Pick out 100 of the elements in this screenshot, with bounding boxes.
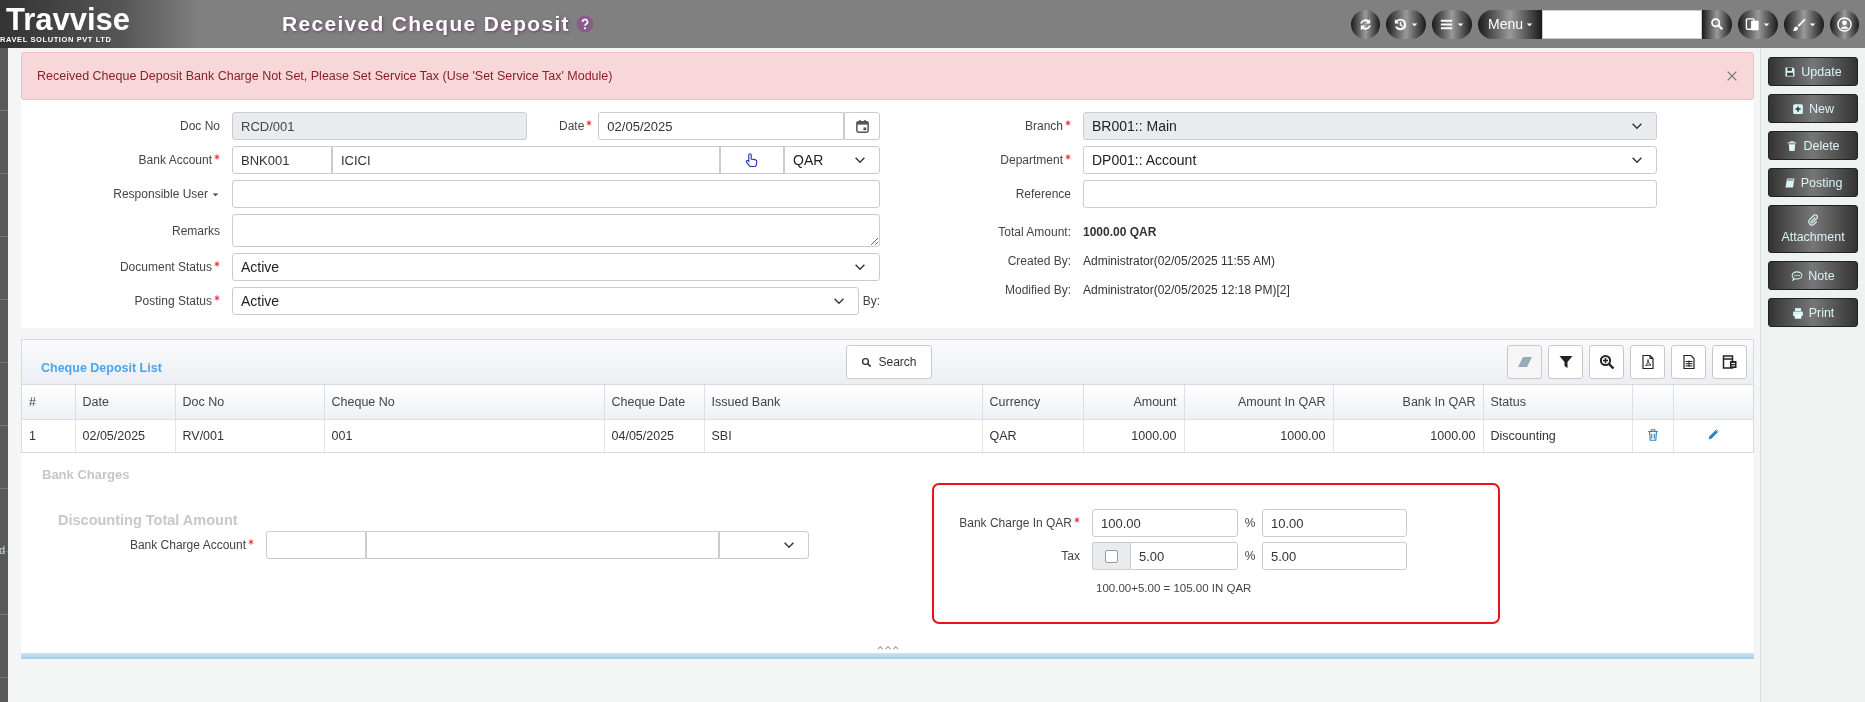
search-field[interactable] [1542,9,1702,39]
column-header: Currency [982,385,1083,420]
collapse-icon[interactable] [876,644,899,651]
field-label: Tax [1061,549,1080,563]
table-cell: SBI [704,419,982,452]
field-label: Document Status [119,260,212,274]
input-field[interactable] [366,531,719,559]
field-label: Modified By: [1004,282,1071,297]
field-label: Posting Status [134,294,212,308]
required-icon [1065,154,1071,160]
input-field[interactable]: 10.00 [1262,509,1407,537]
input-field[interactable]: 5.00 [1130,542,1238,570]
required-icon [214,295,220,301]
column-header: Cheque No [324,385,604,420]
trash-icon[interactable] [1645,427,1660,442]
spreadsheet-icon [1680,354,1697,370]
field-label: Remarks [172,223,220,238]
save-icon [1784,65,1797,78]
currency-dropdown[interactable]: QAR [784,146,880,174]
help-icon[interactable] [575,15,594,33]
input-field[interactable]: 5.00 [1262,542,1407,570]
column-header: Issued Bank [704,385,982,420]
checkbox[interactable] [1105,549,1118,563]
input-field[interactable]: BNK001 [232,146,332,174]
field-label: Doc No [180,119,220,133]
language-button[interactable] [1738,9,1778,39]
field-value: Administrator(02/05/2025 11:55 AM) [1083,253,1275,268]
date-field[interactable]: 02/05/2025 [598,112,844,140]
column-header: Cheque Date [604,385,704,420]
column-header: Amount In QAR [1184,385,1333,420]
page-title: Received Cheque Deposit [282,12,570,36]
eraser-icon [1516,354,1533,370]
search-button[interactable] [1702,9,1732,39]
zoom-in-icon [1598,354,1615,370]
dropdown-field[interactable] [719,531,809,559]
input-field[interactable]: ICICI [332,146,720,174]
field-label: Branch [1024,119,1063,133]
sidebar-text: d [0,544,7,556]
columns-button[interactable] [1712,345,1747,379]
user-icon [1837,16,1852,32]
required-icon [586,120,593,126]
update-button[interactable]: Update [1768,57,1858,86]
close-icon[interactable] [1725,69,1739,83]
refresh-icon [1357,16,1373,32]
field-label: Responsible User [113,187,208,201]
field-label: Bank Account [138,153,212,167]
export-button[interactable] [1671,345,1706,379]
table-cell: 1 [22,419,75,452]
language-icon [1745,16,1760,32]
input-field[interactable] [1083,180,1657,208]
list-button[interactable] [1431,9,1472,39]
field-label: By: [861,294,880,308]
required-icon [214,261,220,267]
posting-button[interactable]: Posting [1768,168,1858,197]
column-header: # [22,385,75,420]
filter-button[interactable] [1548,345,1583,379]
input-field[interactable] [232,180,880,208]
note-button[interactable]: Note [1768,261,1858,290]
dropdown-field[interactable]: DP001:: Account [1083,146,1657,174]
zoom-button[interactable] [1589,345,1624,379]
input-field[interactable] [266,531,366,559]
search-icon [1710,17,1724,31]
table-cell: 1000.00 [1333,419,1483,452]
pdf-button[interactable] [1630,345,1665,379]
columns-icon [1721,354,1738,370]
calendar-button[interactable] [844,112,880,140]
filter-icon [1557,354,1574,370]
list-title: Cheque Deposit List [41,361,163,375]
column-header: Doc No [175,385,324,420]
column-header: Amount [1083,385,1184,420]
alert-message: Received Cheque Deposit Bank Charge Not Set, Please Set Service Tax (Use 'Set Service Tax' Module) [37,69,613,83]
theme-button[interactable] [1784,9,1824,39]
refresh-button[interactable] [1350,9,1380,39]
chat-icon [1791,269,1804,282]
menu-button[interactable]: Menu [1477,9,1542,39]
section-title: Bank Charges [42,467,131,482]
field-label: Date [559,119,585,133]
hand-pointer-icon [744,152,760,168]
logo-text: Travvise [6,4,132,35]
delete-button[interactable]: Delete [1768,131,1858,160]
print-button[interactable]: Print [1768,298,1858,327]
input-field[interactable]: 100.00 [1092,509,1238,537]
attachment-button[interactable]: Attachment [1768,205,1858,253]
table-cell: RV/001 [175,419,324,452]
table-cell: 1000.00 [1083,419,1184,452]
history-button[interactable] [1385,9,1426,39]
field-label: Total Amount: [998,224,1071,239]
printer-icon [1791,306,1804,319]
table-cell: 02/05/2025 [75,419,175,452]
dropdown-field[interactable]: Active [232,287,859,315]
field-label: Created By: [1007,253,1071,268]
pdf-file-icon [1639,354,1656,370]
dropdown-field[interactable]: Active [232,253,880,281]
pick-button[interactable] [720,146,784,174]
pencil-icon[interactable] [1706,428,1720,441]
new-button[interactable]: New [1768,94,1858,123]
field-label: Bank Charge Account [129,538,246,552]
column-header: Status [1483,385,1632,420]
search-button[interactable]: Search [846,345,932,379]
user-button[interactable] [1830,9,1859,39]
